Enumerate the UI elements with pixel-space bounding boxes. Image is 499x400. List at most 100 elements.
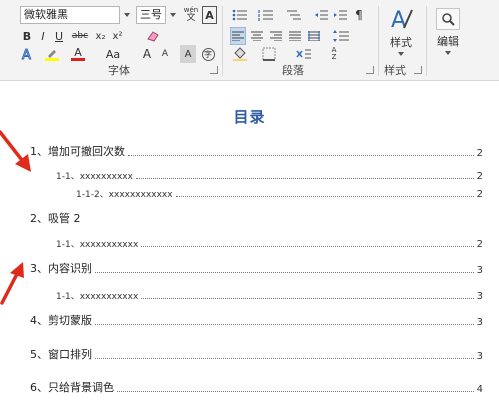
- styles-dialog-launcher[interactable]: [414, 66, 422, 74]
- toc-leader: [128, 155, 474, 156]
- toc-entry[interactable]: 2、吸管 2: [30, 210, 483, 226]
- line-spacing-icon: [333, 30, 349, 42]
- edit-button-label: 编辑: [437, 34, 459, 48]
- indent-icon: [334, 10, 347, 20]
- toc-page-number: 2: [476, 148, 483, 159]
- clear-format-button[interactable]: [145, 27, 161, 45]
- ribbon: 微软雅黑 三号 wén 文 A B I U abc x₂ x² A A Aa A…: [0, 0, 499, 81]
- paragraph-dialog-launcher[interactable]: [366, 66, 374, 74]
- svg-text:A: A: [22, 48, 31, 61]
- edit-button[interactable]: 编辑: [432, 4, 464, 58]
- font-color-button[interactable]: A: [70, 45, 86, 63]
- enclose-char-button[interactable]: 字: [200, 45, 216, 63]
- font-size-dropdown[interactable]: [166, 6, 179, 24]
- toc-leader: [175, 196, 474, 197]
- toc-page-number: 3: [476, 351, 483, 362]
- char-box-button[interactable]: A: [202, 6, 217, 24]
- align-left-button[interactable]: [230, 27, 246, 45]
- toc-entry[interactable]: 3、内容识别 3: [30, 260, 483, 276]
- font-dialog-launcher[interactable]: [210, 66, 218, 74]
- paragraph-group-label: 段落: [282, 64, 304, 77]
- toc-page-number: 3: [476, 317, 483, 328]
- eraser-icon: [147, 31, 159, 42]
- separator: [378, 6, 379, 76]
- borders-button[interactable]: [260, 45, 278, 63]
- toc-entry[interactable]: 1-1、xxxxxxxxxxx 3: [56, 286, 483, 302]
- chevron-down-icon: [445, 50, 451, 55]
- decrease-indent-button[interactable]: [314, 6, 330, 24]
- shrink-font-button[interactable]: A: [158, 45, 172, 63]
- toc-page-number: 3: [476, 265, 483, 276]
- text-effects-icon: A: [22, 48, 32, 62]
- toc-entry-text: 1-1-2、xxxxxxxxxxxx: [76, 190, 173, 200]
- paint-bucket-icon: [233, 47, 247, 61]
- numbering-button[interactable]: [256, 6, 276, 24]
- toc-leader: [135, 178, 474, 179]
- font-color-letter: A: [74, 46, 82, 59]
- phonetic-guide-button[interactable]: wén 文: [182, 5, 200, 23]
- highlighter-icon: [48, 49, 56, 58]
- superscript-button[interactable]: x²: [110, 27, 125, 45]
- subscript-button[interactable]: x₂: [93, 27, 108, 45]
- toc-entry[interactable]: 1-1、xxxxxxxxxx 2: [56, 166, 483, 182]
- toc-entry-text: 6、只给背景调色: [30, 381, 114, 394]
- chevron-down-icon: [123, 13, 130, 17]
- highlight-button[interactable]: [44, 45, 60, 63]
- toc-entry-text: 1、增加可撤回次数: [30, 145, 125, 158]
- justify-icon: [289, 31, 301, 41]
- font-name-dropdown[interactable]: [120, 6, 133, 24]
- highlight-swatch: [45, 57, 59, 61]
- toc-entry[interactable]: 1-1-2、xxxxxxxxxxxx 2: [76, 184, 483, 200]
- italic-button[interactable]: I: [36, 27, 50, 45]
- toc-page-number: 3: [476, 291, 483, 302]
- toc-entry[interactable]: 1、增加可撤回次数 2: [30, 143, 483, 159]
- change-case-button[interactable]: Aa: [103, 45, 123, 63]
- borders-icon: [262, 47, 276, 61]
- bold-button[interactable]: B: [20, 27, 34, 45]
- toc-entry[interactable]: 5、窗口排列 3: [30, 346, 483, 362]
- grow-font-button[interactable]: A: [140, 45, 154, 63]
- styles-gallery-button[interactable]: A 样式: [382, 4, 420, 58]
- shading-button[interactable]: [230, 45, 250, 63]
- distribute-icon: [308, 31, 320, 41]
- toc-title: 目录: [233, 108, 266, 126]
- sort-icon-z: Z: [331, 53, 337, 61]
- font-group-label: 字体: [108, 64, 130, 77]
- char-shading-button[interactable]: A: [180, 45, 196, 63]
- search-icon: [442, 12, 455, 26]
- multilevel-list-icon: [287, 10, 301, 20]
- font-size-combo[interactable]: 三号: [136, 6, 166, 24]
- phonetic-char: 文: [186, 13, 196, 23]
- show-marks-button[interactable]: ¶: [352, 6, 366, 24]
- multilevel-list-button[interactable]: [284, 6, 304, 24]
- increase-indent-button[interactable]: [333, 6, 349, 24]
- line-spacing-button[interactable]: [330, 27, 352, 45]
- toc-entry-text: 1-1、xxxxxxxxxxx: [56, 240, 139, 250]
- font-name-combo[interactable]: 微软雅黑: [20, 6, 120, 24]
- justify-button[interactable]: [287, 27, 303, 45]
- font-color-swatch: [71, 58, 85, 61]
- toc-entry[interactable]: 6、只给背景调色 4: [30, 379, 483, 395]
- sort-button[interactable]: AZ: [326, 45, 342, 63]
- align-center-button[interactable]: [249, 27, 265, 45]
- toc-entry[interactable]: 4、剪切蒙版 3: [30, 312, 483, 328]
- toc-leader: [141, 246, 474, 247]
- strikethrough-button[interactable]: abc: [70, 27, 90, 45]
- styles-icon: A: [391, 8, 413, 32]
- align-right-icon: [270, 31, 282, 41]
- toc-entry[interactable]: 1-1、xxxxxxxxxxx 2: [56, 234, 483, 250]
- chevron-down-icon: [169, 13, 176, 17]
- chinese-layout-button[interactable]: [294, 45, 314, 63]
- align-left-icon: [232, 31, 244, 41]
- align-right-button[interactable]: [268, 27, 284, 45]
- toc-page-number: 2: [476, 171, 483, 182]
- underline-button[interactable]: U: [52, 27, 66, 45]
- distributed-button[interactable]: [306, 27, 322, 45]
- document-page: 目录 1、增加可撤回次数 2 1-1、xxxxxxxxxx 2 1-1-2、xx…: [0, 82, 499, 400]
- bullets-button[interactable]: [230, 6, 250, 24]
- bullet-list-icon: [232, 9, 247, 21]
- toc-entry-text: 1-1、xxxxxxxxxx: [56, 172, 133, 182]
- toc-entry-text: 5、窗口排列: [30, 348, 92, 361]
- toc-page-number: 4: [476, 384, 483, 395]
- text-effects-button[interactable]: A: [20, 45, 36, 63]
